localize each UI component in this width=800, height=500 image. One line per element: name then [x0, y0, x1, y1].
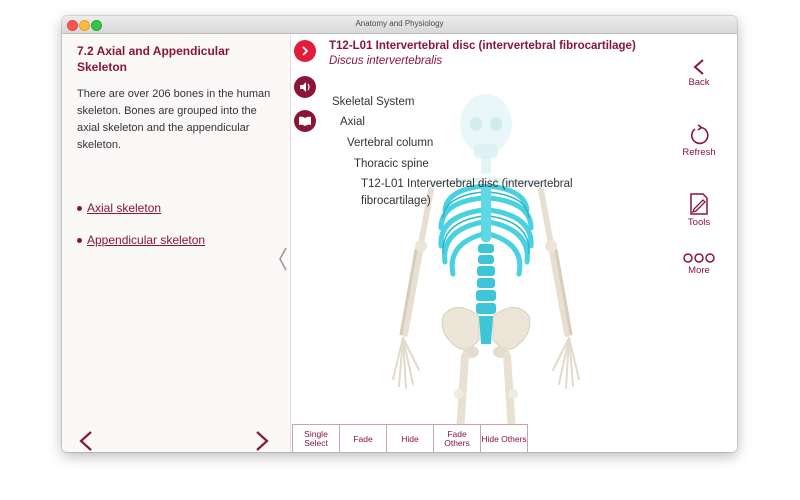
fade-others-button[interactable]: Fade Others [434, 425, 481, 452]
structure-latin-name: Discus intervertebralis [329, 55, 443, 67]
book-icon [299, 116, 311, 126]
right-rail: Back Refresh Tools More [661, 34, 737, 452]
back-button[interactable]: Back [661, 58, 737, 88]
model-viewer[interactable]: T12-L01 Intervertebral disc (interverteb… [279, 34, 657, 452]
window-title: Anatomy and Physiology [355, 19, 444, 28]
speaker-icon [300, 82, 310, 92]
collapse-panel-chevron-icon[interactable] [277, 246, 289, 272]
breadcrumb-level-5-continued[interactable]: fibrocartilage) [361, 193, 431, 209]
single-select-button[interactable]: Single Select [293, 425, 340, 452]
lesson-text: There are over 206 bones in the human sk… [77, 88, 271, 151]
link-label: Axial skeleton [87, 201, 162, 215]
next-structure-button[interactable] [294, 40, 316, 62]
more-button[interactable]: More [661, 252, 737, 276]
title-bar: Anatomy and Physiology [62, 16, 737, 34]
refresh-icon [691, 124, 709, 145]
structure-title: T12-L01 Intervertebral disc (interverteb… [329, 40, 636, 52]
breadcrumb-level-3[interactable]: Vertebral column [347, 135, 433, 151]
tools-icon [690, 193, 708, 215]
tools-label: Tools [687, 217, 711, 228]
visibility-toolbar: Single Select Fade Hide Fade Others Hide… [292, 424, 528, 452]
refresh-label: Refresh [682, 147, 716, 158]
link-axial-skeleton[interactable]: Axial skeleton [77, 201, 161, 215]
hide-button[interactable]: Hide [387, 425, 434, 452]
hide-others-button[interactable]: Hide Others [481, 425, 527, 452]
audio-button[interactable] [294, 76, 316, 98]
breadcrumb-level-1[interactable]: Skeletal System [332, 94, 414, 110]
breadcrumb-level-5[interactable]: T12-L01 Intervertebral disc (interverteb… [361, 176, 573, 192]
more-icon [683, 253, 715, 263]
previous-page-button[interactable] [78, 429, 94, 452]
breadcrumb-level-2[interactable]: Axial [340, 114, 365, 130]
back-chevron-icon [693, 59, 704, 75]
link-appendicular-skeleton[interactable]: Appendicular skeleton [77, 233, 205, 247]
read-more-button[interactable] [294, 110, 316, 132]
bullet-icon [77, 237, 82, 243]
lesson-heading: 7.2 Axial and Appendicular Skeleton [77, 44, 230, 74]
breadcrumb-level-4[interactable]: Thoracic spine [354, 156, 429, 172]
more-label: More [688, 265, 710, 276]
app-window: Anatomy and Physiology 7.2 Axial and App… [62, 16, 737, 452]
link-label: Appendicular skeleton [87, 233, 206, 247]
lesson-panel: 7.2 Axial and Appendicular Skeleton Ther… [62, 34, 291, 452]
chevron-right-icon [302, 46, 309, 56]
tools-button[interactable]: Tools [661, 192, 737, 228]
back-label: Back [688, 77, 710, 88]
refresh-button[interactable]: Refresh [661, 124, 737, 158]
next-page-button[interactable] [254, 429, 270, 452]
fade-button[interactable]: Fade [340, 425, 387, 452]
bullet-icon [77, 205, 82, 211]
